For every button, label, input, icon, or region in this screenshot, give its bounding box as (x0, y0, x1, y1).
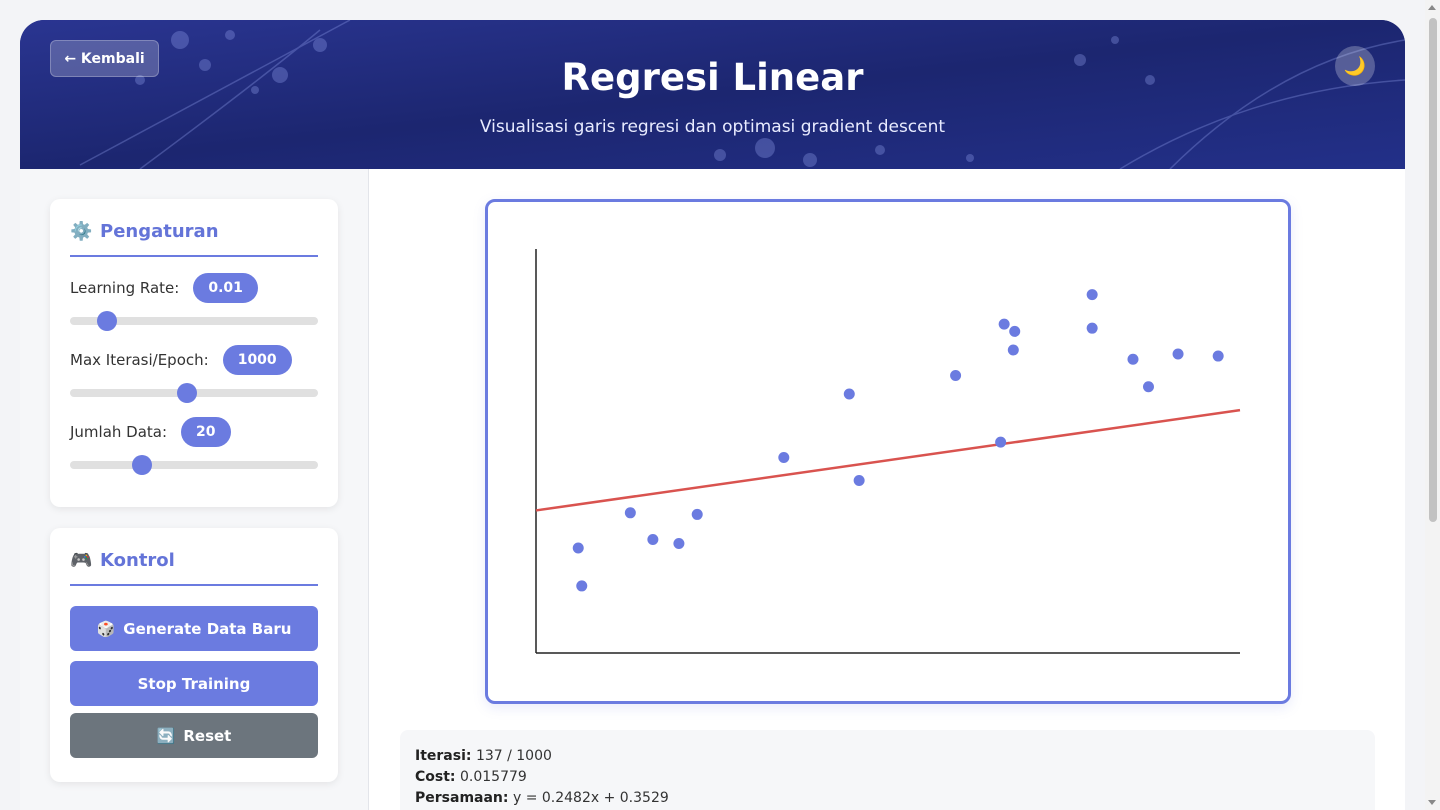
settings-title: Pengaturan (100, 221, 219, 242)
data-count-slider[interactable] (70, 455, 318, 475)
data-point (576, 580, 588, 592)
moon-icon: 🌙 (1343, 55, 1367, 77)
page-subtitle: Visualisasi garis regresi dan optimasi g… (479, 117, 946, 137)
equation-stat: Persamaan: y = 0.2482x + 0.3529 (415, 788, 1360, 809)
dice-icon: 🎲 (96, 619, 116, 638)
max-iteration-slider[interactable] (70, 383, 318, 403)
learning-rate-slider-thumb[interactable] (97, 311, 118, 331)
data-count-label: Jumlah Data: (70, 423, 168, 441)
max-iteration-row: Max Iterasi/Epoch: 1000 (70, 345, 292, 375)
learning-rate-value: 0.01 (193, 273, 258, 303)
generate-data-label: Generate Data Baru (123, 619, 292, 638)
max-iteration-slider-thumb[interactable] (177, 383, 198, 403)
data-point (1009, 325, 1021, 337)
regression-line (535, 408, 1241, 512)
settings-card: ⚙️ Pengaturan Learning Rate: 0.01 Max It… (50, 199, 338, 507)
data-point (995, 436, 1007, 448)
data-point (778, 451, 790, 463)
data-count-slider-thumb[interactable] (131, 455, 152, 475)
data-point (1212, 350, 1224, 362)
training-stats: Iterasi: 137 / 1000 Cost: 0.015779 Persa… (400, 730, 1375, 810)
data-count-value: 20 (181, 417, 231, 447)
iteration-stat-value: 137 / 1000 (475, 748, 552, 764)
data-point (1007, 344, 1019, 356)
learning-rate-row: Learning Rate: 0.01 (70, 273, 258, 303)
cost-stat: Cost: 0.015779 (415, 767, 1360, 788)
page-header: ← Kembali Regresi Linear Visualisasi gar… (20, 20, 1405, 169)
data-point (673, 538, 685, 550)
data-point (853, 474, 865, 486)
data-point (843, 388, 855, 400)
stop-training-button[interactable]: Stop Training (70, 661, 318, 706)
gamepad-icon: 🎮 (70, 550, 93, 571)
reset-label: Reset (183, 726, 232, 745)
data-point (691, 508, 703, 520)
max-iteration-value: 1000 (222, 345, 292, 375)
chart-container (485, 199, 1291, 704)
refresh-icon: 🔄 (156, 726, 176, 745)
cost-stat-value: 0.015779 (459, 769, 527, 785)
gear-icon: ⚙️ (70, 221, 93, 242)
reset-button[interactable]: 🔄 Reset (70, 713, 318, 758)
learning-rate-label: Learning Rate: (70, 279, 180, 297)
generate-data-button[interactable]: 🎲 Generate Data Baru (70, 606, 318, 651)
data-point (647, 533, 659, 545)
settings-card-header: ⚙️ Pengaturan (70, 221, 318, 257)
data-point (572, 542, 584, 554)
iteration-stat: Iterasi: 137 / 1000 (415, 746, 1360, 767)
app-window: ← Kembali Regresi Linear Visualisasi gar… (20, 20, 1405, 810)
max-iteration-label: Max Iterasi/Epoch: (70, 351, 209, 369)
regression-chart (535, 249, 1241, 654)
cost-stat-label: Cost: (415, 769, 456, 785)
control-card-header: 🎮 Kontrol (70, 550, 318, 586)
theme-toggle-button[interactable]: 🌙 (1335, 46, 1375, 86)
main-content: Iterasi: 137 / 1000 Cost: 0.015779 Persa… (370, 169, 1405, 810)
learning-rate-slider[interactable] (70, 311, 318, 331)
data-point (1172, 348, 1184, 360)
data-count-row: Jumlah Data: 20 (70, 417, 231, 447)
data-point (1086, 322, 1098, 334)
sidebar: ⚙️ Pengaturan Learning Rate: 0.01 Max It… (20, 169, 369, 810)
equation-stat-value: y = 0.2482x + 0.3529 (512, 790, 669, 806)
data-point (950, 369, 962, 381)
stop-training-label: Stop Training (137, 674, 251, 693)
page-title: Regresi Linear (561, 56, 864, 99)
scroll-down-arrow-icon[interactable] (1428, 800, 1436, 805)
page-scrollbar[interactable] (1425, 0, 1440, 810)
scroll-up-arrow-icon[interactable] (1428, 5, 1436, 10)
control-title: Kontrol (100, 550, 175, 571)
control-card: 🎮 Kontrol 🎲 Generate Data Baru Stop Trai… (50, 528, 338, 782)
data-point (1142, 381, 1154, 393)
scrollbar-thumb[interactable] (1429, 18, 1437, 522)
data-point (998, 318, 1010, 330)
data-point (624, 507, 636, 519)
iteration-stat-label: Iterasi: (415, 748, 472, 764)
equation-stat-label: Persamaan: (415, 790, 509, 806)
data-point (1127, 353, 1139, 365)
data-point (1086, 289, 1098, 301)
